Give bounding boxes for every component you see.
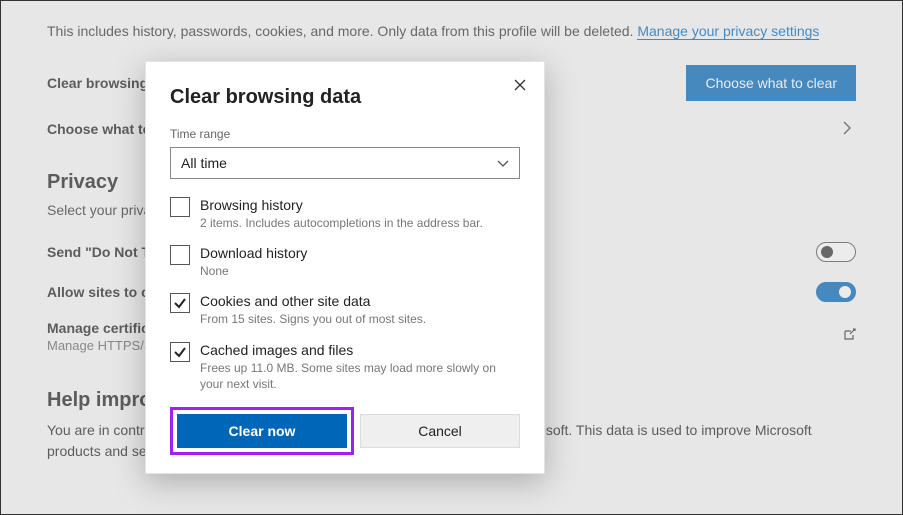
- option-desc: 2 items. Includes autocompletions in the…: [200, 215, 483, 231]
- option-checkbox[interactable]: [170, 197, 190, 217]
- option-row: Cached images and files Frees up 11.0 MB.…: [170, 342, 514, 392]
- close-icon[interactable]: [514, 78, 526, 94]
- options-list[interactable]: Browsing history 2 items. Includes autoco…: [170, 197, 520, 397]
- chevron-right-icon: [842, 121, 856, 138]
- option-title: Cached images and files: [200, 342, 514, 358]
- option-text: Cookies and other site data From 15 sites…: [200, 293, 426, 327]
- privacy-settings-link[interactable]: Manage your privacy settings: [637, 23, 819, 40]
- option-desc: From 15 sites. Signs you out of most sit…: [200, 311, 426, 327]
- option-title: Cookies and other site data: [200, 293, 426, 309]
- option-desc: None: [200, 263, 307, 279]
- time-range-value: All time: [181, 155, 227, 171]
- option-row: Browsing history 2 items. Includes autoco…: [170, 197, 514, 231]
- option-checkbox[interactable]: [170, 342, 190, 362]
- option-text: Download history None: [200, 245, 307, 279]
- dialog-title: Clear browsing data: [170, 86, 520, 109]
- option-title: Download history: [200, 245, 307, 261]
- intro-text: This includes history, passwords, cookie…: [47, 23, 856, 39]
- choose-what-to-clear-button[interactable]: Choose what to clear: [686, 65, 856, 101]
- option-checkbox[interactable]: [170, 293, 190, 313]
- option-desc: Frees up 11.0 MB. Some sites may load mo…: [200, 360, 514, 392]
- allow-sites-toggle[interactable]: [816, 282, 856, 302]
- clear-browsing-dialog: Clear browsing data Time range All time …: [145, 61, 545, 474]
- dnt-toggle[interactable]: [816, 242, 856, 262]
- time-range-label: Time range: [170, 127, 520, 141]
- chevron-down-icon: [497, 155, 509, 171]
- external-link-icon: [842, 328, 856, 345]
- time-range-dropdown[interactable]: All time: [170, 147, 520, 179]
- option-row: Download history None: [170, 245, 514, 279]
- option-title: Browsing history: [200, 197, 483, 213]
- option-row: Cookies and other site data From 15 sites…: [170, 293, 514, 327]
- dialog-actions: Clear now Cancel: [146, 407, 544, 455]
- clear-now-button[interactable]: Clear now: [177, 414, 347, 448]
- option-text: Cached images and files Frees up 11.0 MB.…: [200, 342, 514, 392]
- clear-now-highlight: Clear now: [170, 407, 354, 455]
- option-text: Browsing history 2 items. Includes autoco…: [200, 197, 483, 231]
- intro-body: This includes history, passwords, cookie…: [47, 23, 637, 39]
- cancel-button[interactable]: Cancel: [360, 414, 520, 448]
- option-checkbox[interactable]: [170, 245, 190, 265]
